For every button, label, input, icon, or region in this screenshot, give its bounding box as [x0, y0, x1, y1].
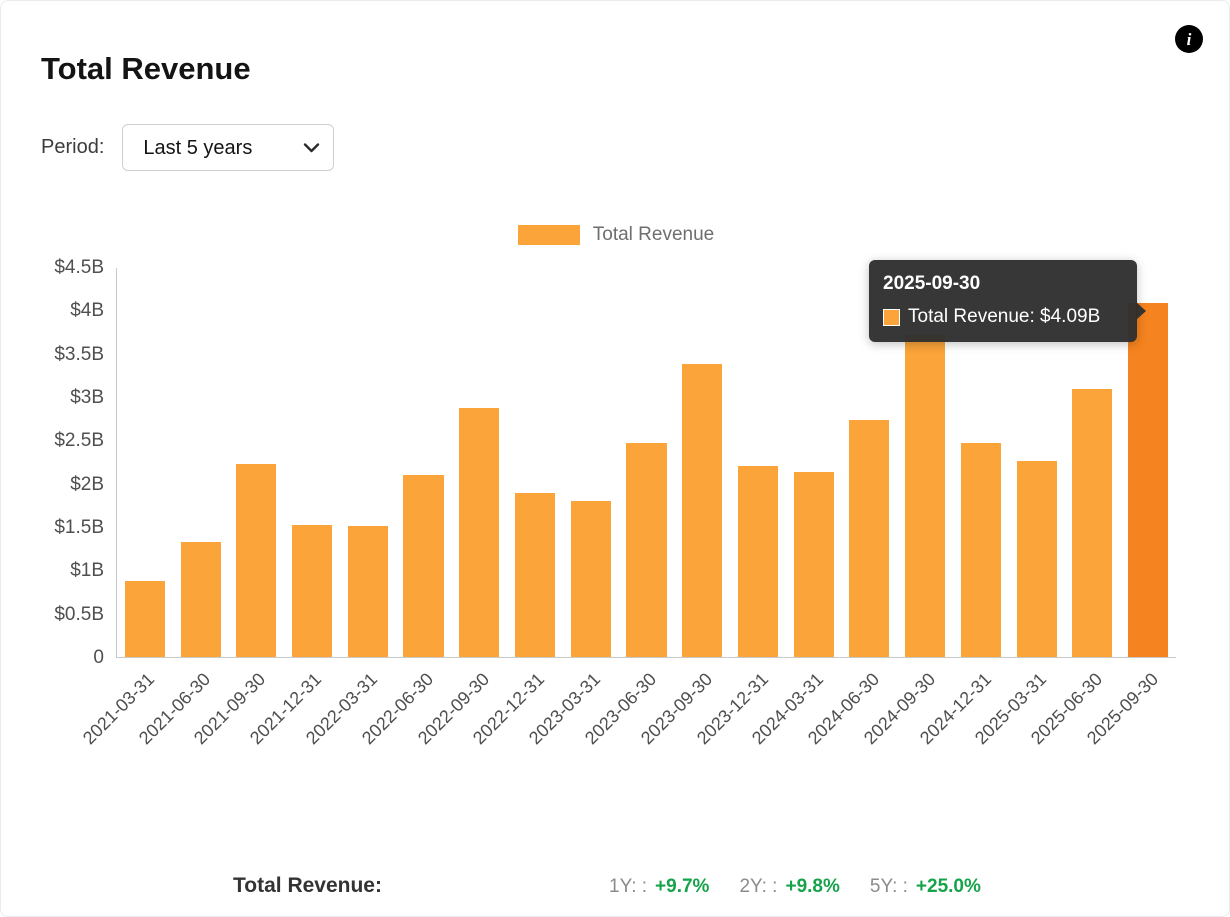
stat-5y: 5Y: : +25.0%	[870, 876, 981, 898]
tooltip-value: Total Revenue: $4.09B	[908, 306, 1101, 327]
bar-2022-12-31[interactable]	[514, 492, 556, 657]
stat-5y-value: +25.0%	[915, 876, 981, 897]
bar-slot	[786, 268, 842, 657]
bar-2023-03-31[interactable]	[570, 500, 611, 657]
y-axis-label: $4B	[70, 300, 104, 322]
y-axis-label: $2.5B	[54, 430, 104, 452]
tooltip-date: 2025-09-30	[883, 273, 981, 294]
bar-2025-09-30[interactable]	[1128, 303, 1169, 657]
bar-2023-06-30[interactable]	[626, 442, 667, 657]
bar-slot	[396, 268, 452, 657]
stat-2y-label: 2Y: :	[739, 876, 778, 897]
bar-slot	[451, 268, 507, 657]
bar-2021-03-31[interactable]	[124, 580, 165, 657]
tooltip-row: Total Revenue: $4.09B	[883, 306, 1123, 328]
revenue-chart: Total Revenue 0 $0.5B $1B $1.5B $2B $2.5B $3B $…	[1, 211, 1230, 791]
bar-slot	[619, 268, 675, 657]
bar-slot	[340, 268, 396, 657]
y-axis-label: $1.5B	[54, 517, 104, 539]
footer-stats: 1Y: : +9.7% 2Y: : +9.8% 5Y: : +25.0%	[609, 876, 981, 898]
bar-2021-06-30[interactable]	[180, 542, 221, 657]
y-axis-label: $3.5B	[54, 343, 104, 365]
legend-item-total-revenue[interactable]: Total Revenue	[517, 224, 715, 246]
period-select-wrap: Last 5 years	[122, 124, 335, 171]
bar-slot	[284, 268, 340, 657]
bar-slot	[117, 268, 173, 657]
stat-2y-value: +9.8%	[785, 876, 840, 897]
footer-stats-row: Total Revenue: 1Y: : +9.7% 2Y: : +9.8% 5…	[1, 873, 1230, 903]
period-label: Period:	[41, 136, 105, 158]
info-icon: i	[1186, 29, 1192, 49]
y-axis-label: $4.5B	[54, 257, 104, 278]
period-select[interactable]: Last 5 years	[122, 124, 335, 171]
bar-2024-12-31[interactable]	[960, 442, 1001, 657]
bar-2021-12-31[interactable]	[292, 524, 333, 657]
stat-5y-label: 5Y: :	[869, 876, 908, 897]
y-axis: 0 $0.5B $1B $1.5B $2B $2.5B $3B $3.5B $4B $4.5B	[1, 257, 106, 668]
bar-2024-03-31[interactable]	[793, 472, 834, 657]
bar-2022-09-30[interactable]	[459, 408, 500, 657]
y-axis-label: $2B	[70, 473, 104, 495]
info-button[interactable]: i	[1175, 25, 1203, 53]
x-axis: 2021-03-31 2021-06-30 2021-09-30 2021-12-31…	[79, 663, 1176, 788]
bar-slot	[507, 268, 563, 657]
bar-2023-09-30[interactable]	[682, 363, 723, 657]
bar-slot	[173, 268, 229, 657]
stat-2y: 2Y: : +9.8%	[739, 876, 839, 898]
stat-1y-value: +9.7%	[655, 876, 710, 897]
y-axis-label: $3B	[70, 387, 104, 409]
bar-2025-06-30[interactable]	[1072, 389, 1113, 657]
legend-label: Total Revenue	[592, 224, 715, 245]
bar-2024-09-30[interactable]	[905, 334, 946, 657]
period-row: Period: Last 5 years	[41, 124, 335, 171]
stat-1y: 1Y: : +9.7%	[609, 876, 709, 898]
legend-swatch	[517, 225, 580, 245]
y-axis-label: $1B	[70, 560, 104, 582]
chart-tooltip: 2025-09-30 Total Revenue: $4.09B	[869, 260, 1146, 342]
bar-2025-03-31[interactable]	[1016, 460, 1057, 657]
bar-slot	[228, 268, 284, 657]
tooltip-series-swatch	[883, 308, 900, 326]
bar-slot	[563, 268, 619, 657]
chart-legend: Total Revenue	[1, 224, 1230, 246]
bar-2024-06-30[interactable]	[849, 420, 890, 657]
bar-slot	[674, 268, 730, 657]
footer-series-label: Total Revenue:	[233, 874, 382, 897]
tooltip-arrow	[1136, 302, 1146, 320]
revenue-card: Total Revenue i Period: Last 5 years Tot…	[0, 0, 1230, 917]
bar-2023-12-31[interactable]	[737, 465, 778, 657]
bar-2021-09-30[interactable]	[236, 464, 277, 657]
bar-slot	[730, 268, 786, 657]
stat-1y-label: 1Y: :	[609, 876, 648, 897]
y-axis-label: $0.5B	[54, 603, 104, 625]
page-title: Total Revenue	[41, 51, 251, 86]
bar-2022-06-30[interactable]	[403, 475, 444, 657]
y-axis-label: 0	[93, 647, 104, 668]
bar-2022-03-31[interactable]	[347, 526, 388, 657]
